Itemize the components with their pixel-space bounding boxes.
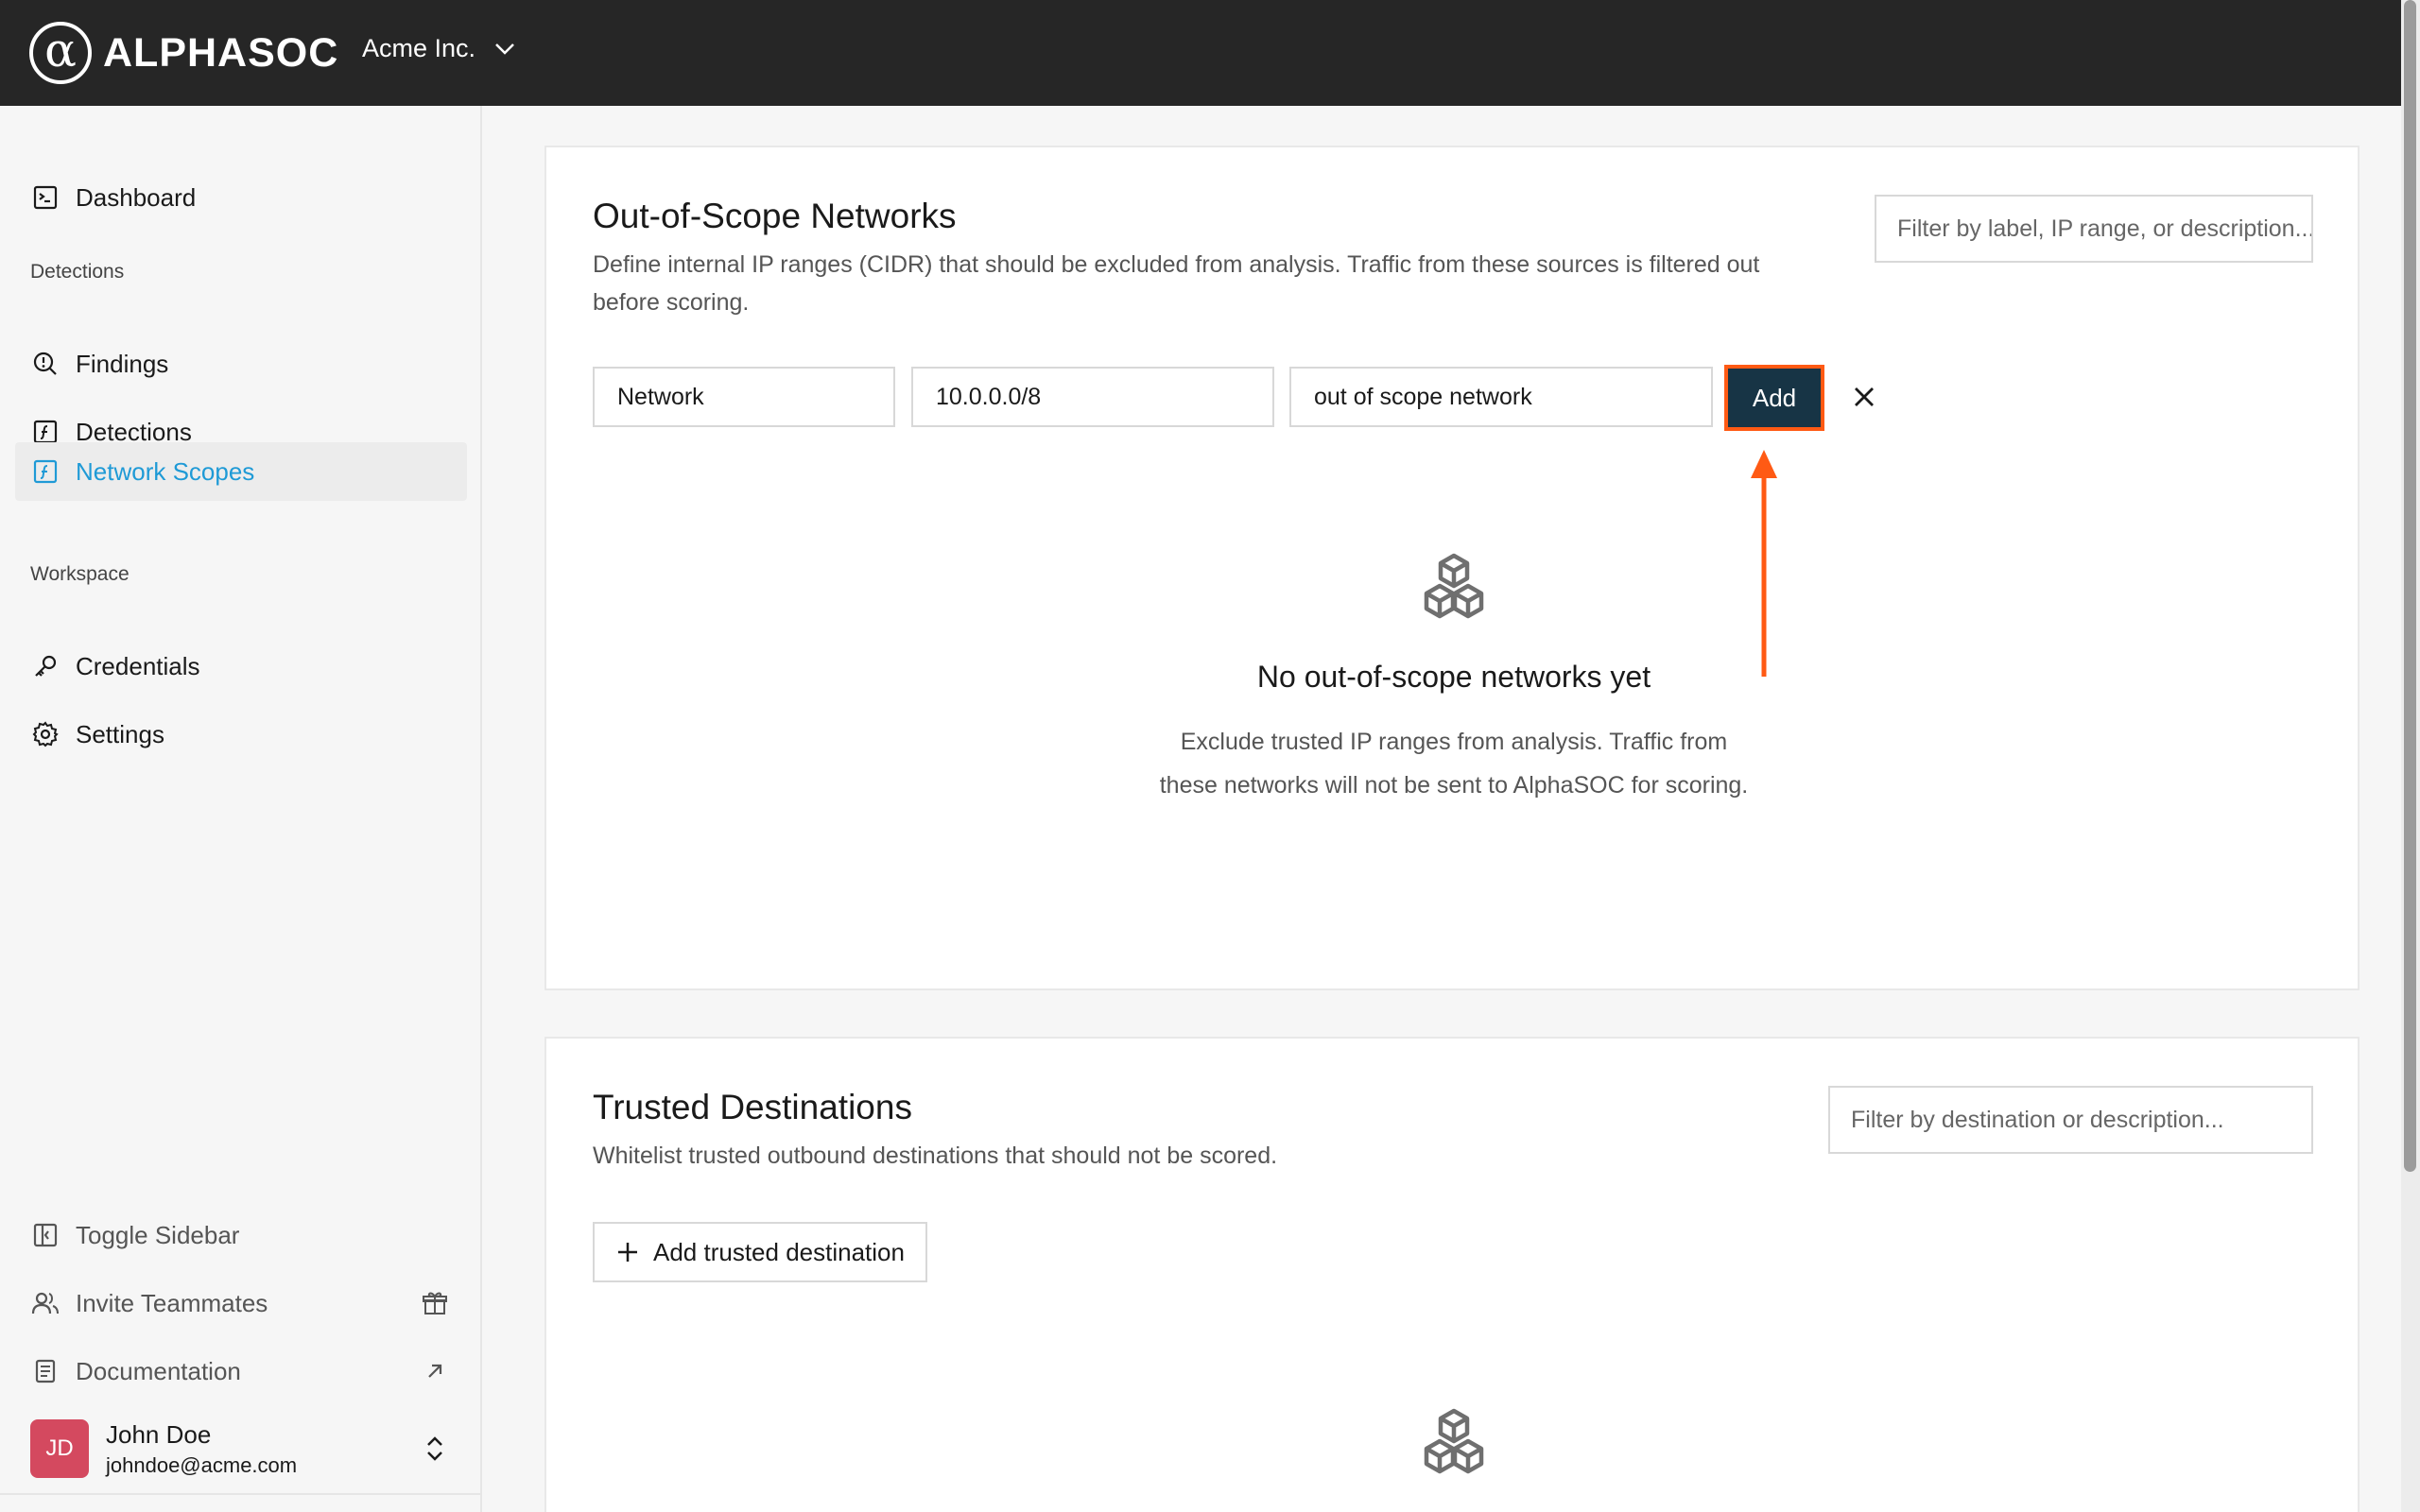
findings-icon [30,349,60,379]
cubes-icon [1424,553,1484,619]
description-line: Define internal IP ranges (CIDR) that sh… [593,251,1760,278]
toggle-sidebar-icon [30,1220,60,1250]
filter-destinations-input[interactable]: Filter by destination or description... [1828,1086,2313,1154]
annotation-arrow-icon [1751,450,1777,677]
sidebar-item-findings[interactable]: Findings [15,335,467,393]
settings-icon [30,719,60,749]
trusted-destinations-card: Trusted Destinations Whitelist trusted o… [544,1037,2360,1512]
gift-icon [420,1288,450,1318]
out-of-scope-networks-card: Out-of-Scope Networks Define internal IP… [544,146,2360,990]
user-email: johndoe@acme.com [106,1452,298,1477]
label-input[interactable]: Network [593,367,895,427]
sidebar-item-dashboard[interactable]: Dashboard [15,168,467,227]
sidebar-item-label: Settings [76,719,164,748]
org-name: Acme Inc. [362,34,476,62]
add-button-label: Add [1728,369,1821,427]
section-label-workspace: Workspace [30,563,130,585]
sidebar-item-label: Credentials [76,651,200,680]
sidebar-item-settings[interactable]: Settings [15,705,467,764]
add-network-button[interactable]: Add [1724,365,1824,431]
top-bar: α ALPHASOC Acme Inc. [0,0,2420,106]
empty-state-title: No out-of-scope networks yet [1256,660,1651,694]
logo-mark: α [29,22,92,84]
close-icon[interactable] [1845,378,1883,416]
chevron-down-icon [495,43,514,55]
sidebar-item-label: Documentation [76,1356,241,1385]
invite-icon [30,1288,60,1318]
scrollbar-thumb[interactable] [2404,0,2416,1172]
section-label-detections: Detections [30,261,125,283]
sidebar-item-label: Network Scopes [76,456,255,486]
logo-text: ALPHASOC [103,29,339,76]
card-description: Whitelist trusted outbound destinations … [593,1143,1278,1169]
filter-networks-input[interactable]: Filter by label, IP range, or descriptio… [1875,195,2313,263]
card-description: Define internal IP ranges (CIDR) that sh… [593,246,1759,321]
description-input[interactable]: out of scope network [1289,367,1713,427]
cidr-input[interactable]: 10.0.0.0/8 [911,367,1274,427]
sidebar-item-label: Invite Teammates [76,1288,268,1317]
button-label: Add trusted destination [653,1237,905,1266]
org-switcher[interactable]: Acme Inc. [362,34,515,63]
network-scopes-icon [30,456,60,487]
chevron-updown-icon[interactable] [422,1433,448,1465]
sidebar-item-label: Toggle Sidebar [76,1220,240,1249]
credentials-icon [30,651,60,681]
add-trusted-destination-button[interactable]: Add trusted destination [593,1222,927,1282]
description-line: these networks will not be sent to Alpha… [1159,772,1749,799]
documentation-link[interactable]: Documentation [15,1342,467,1400]
card-title: Trusted Destinations [593,1088,912,1126]
description-line: before scoring. [593,289,750,316]
avatar: JD [30,1419,89,1478]
alphasoc-logo[interactable]: α ALPHASOC [29,22,338,84]
sidebar-item-label: Findings [76,349,169,378]
sidebar-item-network-scopes[interactable]: Network Scopes [15,442,467,501]
user-menu[interactable]: JD John Doe johndoe@acme.com [30,1419,297,1478]
documentation-icon [30,1356,60,1386]
sidebar-item-credentials[interactable]: Credentials [15,637,467,696]
external-link-icon [420,1356,450,1386]
sidebar: Dashboard Detections Findings Detections… [0,106,482,1512]
empty-state-description: Exclude trusted IP ranges from analysis.… [546,720,2361,807]
invite-teammates-button[interactable]: Invite Teammates [15,1274,467,1332]
card-title: Out-of-Scope Networks [593,197,957,235]
plus-icon [618,1243,637,1262]
cubes-icon [1424,1408,1484,1474]
user-name: John Doe [106,1419,212,1449]
sidebar-divider [0,1493,482,1495]
dashboard-icon [30,182,60,213]
toggle-sidebar-button[interactable]: Toggle Sidebar [15,1206,467,1264]
sidebar-item-label: Dashboard [76,182,197,212]
description-line: Exclude trusted IP ranges from analysis.… [1180,729,1728,755]
